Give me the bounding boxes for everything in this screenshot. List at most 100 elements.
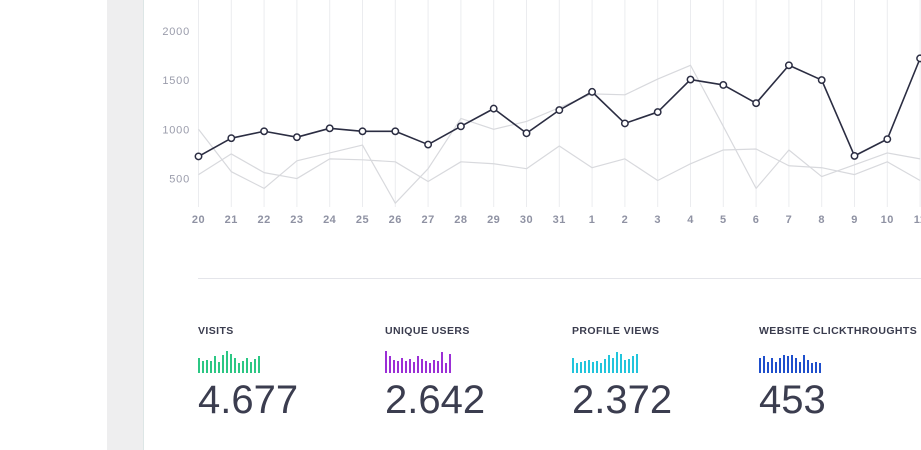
- x-tick-label: 3: [654, 214, 661, 226]
- stat-visits: VISITS 4.677: [198, 325, 378, 423]
- sparkline-website-clickthroughts: [759, 349, 921, 375]
- sparkline-profile-views: [572, 349, 752, 375]
- sparkline-visits: [198, 349, 378, 375]
- stat-label: WEBSITE CLICKTHROUGHTS: [759, 325, 918, 337]
- x-tick-label: 20: [192, 214, 205, 226]
- sparkline-bar: [819, 363, 821, 373]
- data-point[interactable]: [588, 87, 597, 96]
- sparkline-bar: [385, 351, 387, 373]
- data-point[interactable]: [752, 99, 761, 108]
- sparkline-bar: [799, 362, 801, 373]
- data-point[interactable]: [916, 54, 921, 63]
- data-point[interactable]: [719, 81, 728, 89]
- sparkline-bar: [767, 362, 769, 373]
- data-point[interactable]: [555, 106, 564, 115]
- x-tick-label: 8: [818, 214, 825, 226]
- sparkline-bar: [405, 361, 407, 373]
- sparkline-bar: [807, 360, 809, 373]
- sparkline-bar: [250, 362, 252, 373]
- data-point[interactable]: [292, 133, 301, 142]
- sparkline-bar: [628, 359, 630, 373]
- data-point[interactable]: [522, 129, 531, 138]
- sparkline-bar: [449, 354, 451, 373]
- data-point[interactable]: [653, 108, 662, 117]
- x-tick-label: 1: [589, 214, 596, 226]
- sparkline-bar: [632, 356, 634, 373]
- data-point[interactable]: [686, 75, 695, 84]
- data-point[interactable]: [817, 76, 826, 85]
- data-point[interactable]: [620, 119, 629, 128]
- data-point[interactable]: [850, 151, 859, 160]
- data-point[interactable]: [489, 104, 498, 113]
- sparkline-bar: [389, 356, 391, 373]
- x-tick-label: 6: [753, 214, 760, 226]
- sparkline-bar: [218, 362, 220, 373]
- sparkline-bar: [246, 358, 248, 373]
- x-tick-label: 7: [786, 214, 793, 226]
- sparkline-bar: [409, 359, 411, 373]
- sparkline-bar: [230, 354, 232, 373]
- sparkline-bar: [441, 352, 443, 373]
- data-point[interactable]: [883, 135, 892, 144]
- x-tick-label: 29: [487, 214, 500, 226]
- sparkline-bar: [580, 362, 582, 373]
- x-tick-label: 4: [687, 214, 694, 226]
- data-point[interactable]: [456, 122, 465, 131]
- y-axis: 500 1000 1500 2000: [162, 26, 190, 186]
- x-tick-label: 21: [225, 214, 238, 226]
- data-point[interactable]: [227, 134, 236, 143]
- sparkline-bar: [198, 358, 200, 373]
- stat-label: UNIQUE USERS: [385, 325, 470, 337]
- data-point[interactable]: [358, 127, 367, 136]
- data-point[interactable]: [784, 61, 793, 70]
- sparkline-bar: [783, 355, 785, 373]
- sparkline-bar: [214, 356, 216, 373]
- sparkline-bar: [393, 360, 395, 373]
- x-axis: 2021222324252627282930311234567891011: [192, 214, 921, 226]
- y-tick-label: 500: [169, 174, 190, 186]
- y-tick-label: 1500: [162, 75, 190, 87]
- sparkline-bar: [803, 355, 805, 373]
- x-tick-label: 24: [323, 214, 337, 226]
- sparkline-bar: [572, 358, 574, 373]
- data-point[interactable]: [325, 124, 334, 133]
- sparkline-bar: [242, 361, 244, 373]
- x-tick-label: 27: [421, 214, 434, 226]
- sparkline-bar: [584, 361, 586, 373]
- x-tick-label: 5: [720, 214, 727, 226]
- sparkline-bar: [763, 356, 765, 373]
- data-point[interactable]: [194, 152, 203, 161]
- x-tick-label: 30: [520, 214, 533, 226]
- sparkline-bar: [600, 363, 602, 373]
- sparkline-bar: [636, 354, 638, 373]
- sparkline-bar: [604, 359, 606, 373]
- x-tick-label: 25: [356, 214, 369, 226]
- sparkline-bar: [401, 358, 403, 373]
- sparkline-bar: [795, 358, 797, 373]
- stat-value: 2.372: [572, 378, 673, 422]
- sparkline-bar: [437, 361, 439, 373]
- sparkline-bar: [779, 358, 781, 373]
- sparkline-bar: [775, 362, 777, 373]
- sparkline-bar: [620, 354, 622, 373]
- x-tick-label: 28: [454, 214, 467, 226]
- sparkline-bar: [592, 362, 594, 373]
- sparkline-bar: [771, 358, 773, 373]
- data-point[interactable]: [260, 127, 269, 136]
- sparkline-bar: [576, 363, 578, 373]
- stat-value: 2.642: [385, 378, 486, 422]
- sparkline-bar: [206, 360, 208, 373]
- sparkline-bar: [413, 362, 415, 373]
- sparkline-bar: [202, 361, 204, 373]
- sparkline-unique-users: [385, 349, 565, 375]
- sparkline-bar: [791, 355, 793, 373]
- section-divider: [198, 278, 921, 279]
- data-point[interactable]: [391, 127, 400, 136]
- y-tick-label: 1000: [162, 124, 190, 136]
- data-point[interactable]: [424, 140, 433, 149]
- stat-website-clickthroughts: WEBSITE CLICKTHROUGHTS 453: [759, 325, 921, 423]
- sparkline-bar: [421, 359, 423, 373]
- x-tick-label: 2: [622, 214, 629, 226]
- sparkline-bar: [234, 358, 236, 373]
- sparkline-bar: [608, 355, 610, 373]
